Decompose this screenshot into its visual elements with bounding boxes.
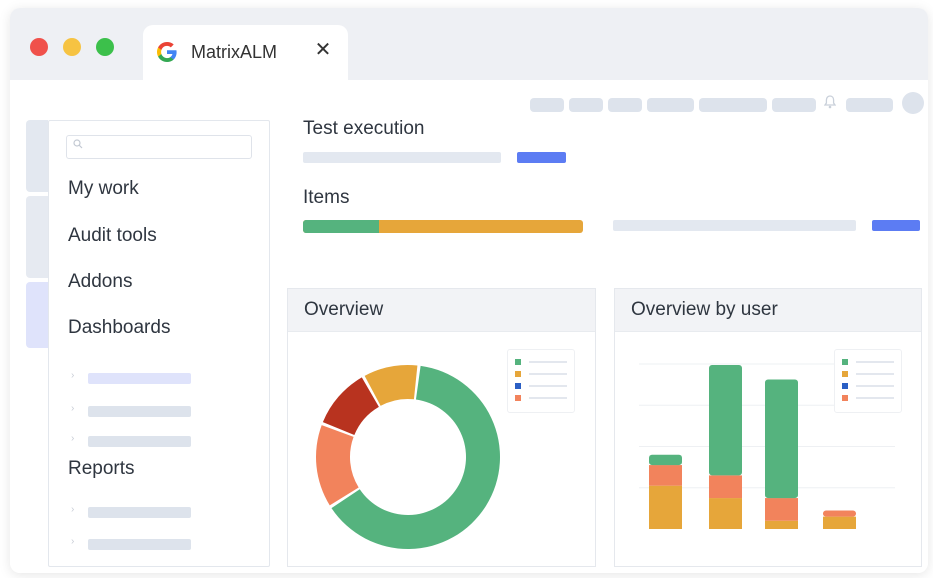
sidebar: My work Audit tools Addons Dashboards › … (48, 120, 270, 567)
tree-item-placeholder (88, 373, 191, 384)
browser-tab[interactable]: MatrixALM ✕ (143, 25, 348, 81)
tree-item-placeholder (88, 507, 191, 518)
legend-swatch (842, 383, 848, 389)
app-content: My work Audit tools Addons Dashboards › … (10, 80, 928, 573)
close-tab-icon[interactable]: ✕ (311, 37, 335, 62)
close-window-button[interactable] (30, 38, 48, 56)
bar-3-segment-0[interactable] (823, 516, 856, 529)
overview-card: Overview (287, 288, 596, 567)
bar-0-segment-0[interactable] (649, 485, 682, 529)
bar-2-segment-2[interactable] (765, 379, 798, 499)
minimize-window-button[interactable] (63, 38, 81, 56)
overview-by-user-legend (834, 349, 902, 413)
rail-tab[interactable] (26, 196, 48, 278)
test-execution-badge (517, 152, 566, 163)
sidebar-item-audit-tools[interactable]: Audit tools (68, 225, 157, 247)
items-badge (872, 220, 920, 231)
legend-placeholder (856, 385, 894, 387)
legend-placeholder (529, 373, 567, 375)
legend-swatch (842, 371, 848, 377)
tree-item-placeholder (88, 406, 191, 417)
items-title: Items (303, 187, 350, 208)
chevron-right-icon: › (71, 403, 75, 414)
bar-1-segment-1[interactable] (709, 475, 742, 499)
bar-1-segment-2[interactable] (709, 365, 742, 476)
bar-3-segment-1[interactable] (823, 510, 856, 517)
bell-icon[interactable] (823, 95, 837, 112)
overview-card-header: Overview (288, 289, 595, 332)
legend-placeholder (856, 373, 894, 375)
rail-tab[interactable] (26, 120, 48, 192)
chevron-right-icon: › (71, 504, 75, 515)
test-execution-title: Test execution (303, 118, 425, 139)
avatar[interactable] (902, 92, 924, 114)
sidebar-item-dashboards[interactable]: Dashboards (68, 317, 170, 339)
items-secondary-bar (613, 220, 856, 231)
overview-by-user-card-header: Overview by user (615, 289, 921, 332)
bar-2-segment-0[interactable] (765, 520, 798, 529)
toolbar-placeholder[interactable] (608, 98, 642, 112)
overview-donut-chart (316, 365, 500, 549)
chevron-right-icon: › (71, 433, 75, 444)
toolbar-placeholder[interactable] (569, 98, 603, 112)
legend-placeholder (529, 361, 567, 363)
bar-1-segment-0[interactable] (709, 498, 742, 529)
overview-title: Overview (304, 299, 384, 320)
tree-item-placeholder (88, 436, 191, 447)
chevron-right-icon: › (71, 536, 75, 547)
legend-swatch (515, 395, 521, 401)
items-progress-fill (303, 220, 379, 233)
overview-by-user-title: Overview by user (631, 299, 778, 320)
sidebar-rail (26, 120, 48, 348)
bar-0-segment-1[interactable] (649, 465, 682, 486)
legend-placeholder (529, 385, 567, 387)
donut-slice-1[interactable] (316, 425, 359, 506)
maximize-window-button[interactable] (96, 38, 114, 56)
legend-swatch (842, 359, 848, 365)
tree-item-placeholder (88, 539, 191, 550)
browser-window: MatrixALM ✕ My work Audit tools Addons D… (10, 8, 928, 573)
sidebar-item-my-work[interactable]: My work (68, 178, 139, 200)
legend-placeholder (856, 397, 894, 399)
chevron-right-icon: › (71, 370, 75, 381)
sidebar-item-addons[interactable]: Addons (68, 271, 132, 293)
bar-0-segment-2[interactable] (649, 454, 682, 466)
search-input[interactable] (66, 135, 252, 159)
legend-placeholder (529, 397, 567, 399)
overview-by-user-card: Overview by user (614, 288, 922, 567)
google-g-icon (155, 40, 179, 64)
tab-title: MatrixALM (191, 42, 278, 62)
toolbar-placeholder[interactable] (772, 98, 816, 112)
legend-swatch (515, 371, 521, 377)
toolbar-placeholder[interactable] (647, 98, 694, 112)
search-icon (73, 139, 83, 152)
bar-2-segment-1[interactable] (765, 498, 798, 521)
items-progress-bar (303, 220, 583, 233)
toolbar-placeholder[interactable] (530, 98, 564, 112)
overview-legend (507, 349, 575, 413)
sidebar-item-reports[interactable]: Reports (68, 458, 135, 480)
test-execution-bar (303, 152, 501, 163)
toolbar-placeholder[interactable] (846, 98, 893, 112)
legend-swatch (515, 383, 521, 389)
rail-tab-active[interactable] (26, 282, 48, 348)
toolbar-placeholder[interactable] (699, 98, 767, 112)
browser-titlebar: MatrixALM ✕ (10, 8, 928, 81)
legend-placeholder (856, 361, 894, 363)
legend-swatch (515, 359, 521, 365)
legend-swatch (842, 395, 848, 401)
